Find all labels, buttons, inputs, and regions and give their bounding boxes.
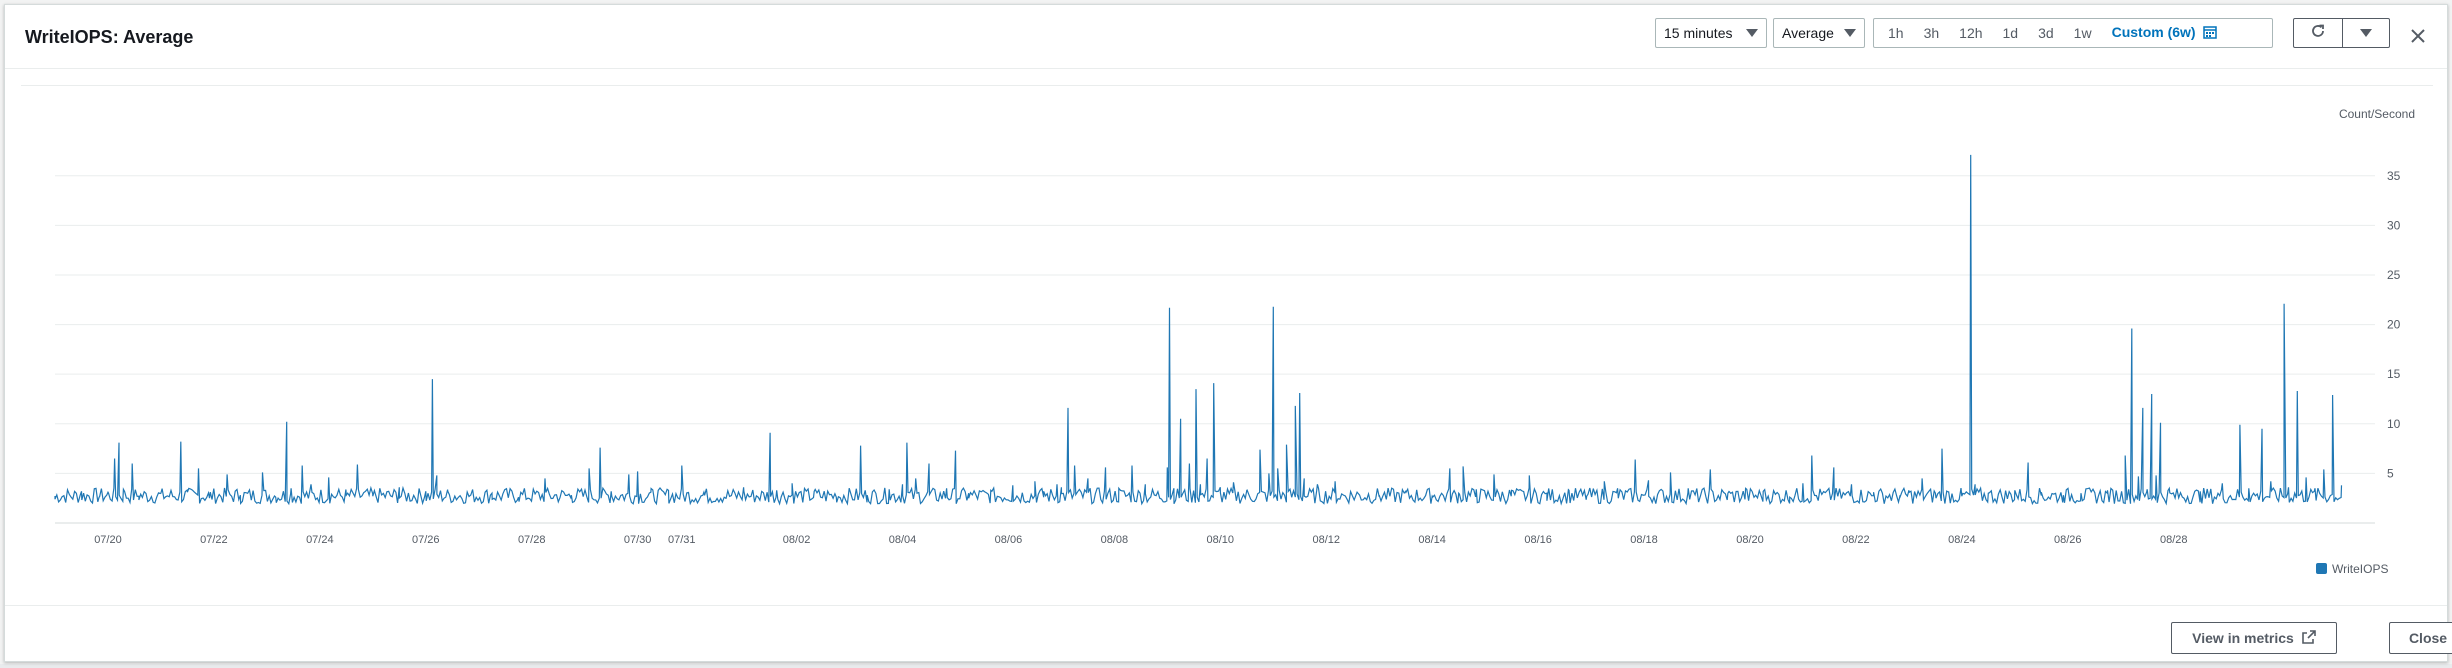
x-tick-label: 07/30: [624, 534, 652, 546]
x-tick-label: 08/18: [1630, 534, 1658, 546]
chevron-down-icon: [1844, 29, 1856, 37]
range-12h[interactable]: 12h: [1949, 19, 1992, 47]
close-icon[interactable]: [2407, 25, 2429, 47]
external-link-icon: [2302, 629, 2316, 647]
x-tick-label: 08/06: [995, 534, 1023, 546]
modal-title: WriteIOPS: Average: [25, 27, 194, 47]
refresh-interval-dropdown[interactable]: [2342, 18, 2390, 48]
modal-header: WriteIOPS: Average 15 minutes Average 1h…: [5, 5, 2447, 69]
chart-area: 5 10 15 20 25 30 35 07/20 07/22 07/24 07/26 07/28 0…: [5, 86, 2449, 606]
time-range-selector: 1h 3h 12h 1d 3d 1w Custom (6w): [1873, 18, 2273, 48]
x-tick-label: 07/22: [200, 534, 228, 546]
refresh-button[interactable]: [2293, 18, 2343, 48]
x-tick-label: 07/24: [306, 534, 334, 546]
y-tick-label: 25: [2387, 268, 2401, 282]
range-custom-label: Custom (6w): [2111, 24, 2196, 41]
x-tick-label: 07/28: [518, 534, 546, 546]
y-tick-label: 35: [2387, 169, 2401, 183]
y-tick-label: 10: [2387, 417, 2401, 431]
page-backdrop: [0, 664, 2452, 668]
x-tick-label: 08/10: [1207, 534, 1235, 546]
x-tick-label: 08/22: [1842, 534, 1870, 546]
x-tick-label: 08/08: [1101, 534, 1129, 546]
range-3h[interactable]: 3h: [1914, 19, 1950, 47]
view-in-metrics-button[interactable]: View in metrics: [2171, 622, 2337, 654]
series-line-writeiops: [54, 154, 2343, 506]
y-tick-label: 15: [2387, 367, 2401, 381]
x-tick-label: 08/24: [1948, 534, 1976, 546]
caret-down-icon: [2360, 29, 2372, 37]
range-3d[interactable]: 3d: [2028, 19, 2064, 47]
range-1d[interactable]: 1d: [1993, 19, 2029, 47]
x-tick-label: 07/20: [94, 534, 122, 546]
x-tick-label: 08/16: [1524, 534, 1552, 546]
x-tick-label: 08/04: [889, 534, 917, 546]
x-tick-label: 08/26: [2054, 534, 2082, 546]
x-tick-label: 08/28: [2160, 534, 2188, 546]
period-select[interactable]: 15 minutes: [1655, 18, 1767, 48]
y-tick-label: 5: [2387, 466, 2394, 480]
writeiops-chart: 5101520253035 07/20 07/22 07/24 07/26 07/28 0…: [54, 107, 2415, 576]
period-select-value: 15 minutes: [1664, 25, 1733, 41]
x-tick-label: 08/12: [1312, 534, 1340, 546]
calendar-icon: [2203, 20, 2218, 48]
refresh-icon: [2310, 23, 2326, 44]
modal-footer: View in metrics Close: [5, 605, 2452, 663]
y-tick-label: 30: [2387, 218, 2401, 232]
x-tick-label: 08/14: [1418, 534, 1446, 546]
close-button[interactable]: Close: [2389, 622, 2452, 654]
legend-swatch: [2316, 563, 2327, 574]
x-tick-label: 07/26: [412, 534, 440, 546]
view-in-metrics-label: View in metrics: [2192, 630, 2294, 646]
legend-label: WriteIOPS: [2332, 562, 2388, 576]
metric-graph-modal: WriteIOPS: Average 15 minutes Average 1h…: [4, 4, 2452, 663]
y-tick-label: 20: [2387, 318, 2401, 332]
statistic-select-value: Average: [1782, 25, 1834, 41]
statistic-select[interactable]: Average: [1773, 18, 1865, 48]
x-tick-label: 08/20: [1736, 534, 1764, 546]
x-tick-label: 08/02: [783, 534, 811, 546]
range-custom[interactable]: Custom (6w): [2102, 18, 2228, 47]
y-tick-labels: 5 10 15 20 25 30 35: [2387, 169, 2401, 481]
chevron-down-icon: [1746, 29, 1758, 37]
x-tick-labels: 07/20 07/22 07/24 07/26 07/28 07/30 07/31 08/02…: [94, 534, 2187, 546]
range-1w[interactable]: 1w: [2064, 19, 2102, 47]
y-axis-label: Count/Second: [2339, 107, 2415, 121]
range-1h[interactable]: 1h: [1878, 19, 1914, 47]
x-tick-label: 07/31: [668, 534, 696, 546]
